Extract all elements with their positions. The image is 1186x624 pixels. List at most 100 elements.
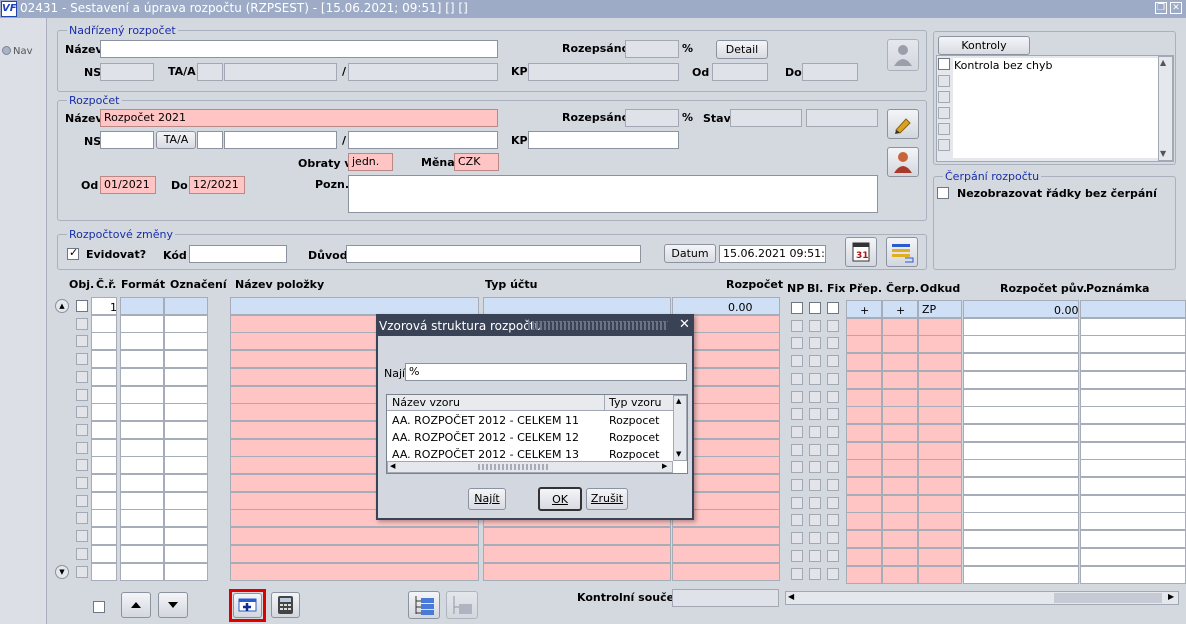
grid-cell[interactable] <box>120 297 164 315</box>
row-flag-checkbox[interactable] <box>791 568 803 580</box>
grid-cell[interactable] <box>846 548 882 566</box>
dialog-vscrollbar[interactable]: ▲ ▼ <box>673 395 687 461</box>
row-obj-checkbox[interactable] <box>76 300 88 312</box>
grid-cell[interactable] <box>672 563 780 581</box>
grid-cell[interactable] <box>120 315 164 333</box>
grid-cell[interactable] <box>846 371 882 389</box>
grid-cell[interactable] <box>918 495 962 513</box>
grid-cell[interactable] <box>918 477 962 495</box>
grid-cell[interactable] <box>1080 512 1186 530</box>
grid-vscrollbar[interactable]: ▲ ▼ <box>55 299 69 579</box>
grid-cell[interactable] <box>882 389 918 407</box>
grid-cell[interactable] <box>963 371 1079 389</box>
grid-cell[interactable] <box>918 406 962 424</box>
grid-cell[interactable] <box>882 512 918 530</box>
grid-cell[interactable] <box>963 566 1079 584</box>
grid-cell[interactable] <box>882 459 918 477</box>
grid-cell[interactable] <box>91 403 117 421</box>
row-flag-checkbox[interactable] <box>827 320 839 332</box>
grid-cell[interactable] <box>918 459 962 477</box>
grid-cell[interactable] <box>120 368 164 386</box>
grid-cell[interactable] <box>164 315 208 333</box>
datum-field[interactable]: 15.06.2021 09:51:48 <box>719 245 826 263</box>
scroll-up-icon[interactable]: ▲ <box>1160 58 1166 67</box>
grid-cell[interactable] <box>1080 424 1186 442</box>
grid-cell[interactable] <box>963 424 1079 442</box>
rozpocet-a-field[interactable] <box>224 131 337 149</box>
row-flag-checkbox[interactable] <box>827 444 839 456</box>
scroll-right-icon[interactable]: ▶ <box>1168 592 1174 601</box>
row1-prep[interactable]: + <box>860 304 869 317</box>
row-flag-checkbox[interactable] <box>791 461 803 473</box>
add-row-button[interactable] <box>233 593 262 618</box>
taa-button[interactable]: TA/A <box>156 131 196 149</box>
row-flag-checkbox[interactable] <box>791 391 803 403</box>
grid-cell[interactable] <box>1080 459 1186 477</box>
scroll-thumb[interactable] <box>1054 593 1162 603</box>
grid-cell[interactable] <box>672 545 780 563</box>
grid-cell[interactable] <box>91 386 117 404</box>
grid-cell[interactable] <box>963 335 1079 353</box>
rozpocet-slash-field[interactable] <box>348 131 498 149</box>
grid-cell[interactable] <box>483 563 671 581</box>
rozpocet-od-field[interactable]: 01/2021 <box>100 176 156 194</box>
row-flag-checkbox[interactable] <box>791 337 803 349</box>
grid-cell[interactable] <box>918 318 962 336</box>
grid-cell[interactable] <box>120 332 164 350</box>
grid-cell[interactable] <box>882 442 918 460</box>
dialog-ok-button[interactable]: OK <box>538 487 582 511</box>
grid-cell[interactable] <box>1080 318 1186 336</box>
row-flag-checkbox[interactable] <box>791 302 803 314</box>
row-flag-checkbox[interactable] <box>791 479 803 491</box>
grid-cell[interactable] <box>164 403 208 421</box>
grid-cell[interactable] <box>230 545 479 563</box>
grid-cell[interactable] <box>164 456 208 474</box>
grid-cell[interactable] <box>882 406 918 424</box>
grid-cell[interactable] <box>1080 353 1186 371</box>
grid-cell[interactable] <box>672 527 780 545</box>
close-window-icon[interactable]: ✕ <box>1170 2 1182 14</box>
grid-cell[interactable] <box>846 424 882 442</box>
grid-cell[interactable] <box>846 530 882 548</box>
row-flag-checkbox[interactable] <box>809 497 821 509</box>
row-flag-checkbox[interactable] <box>809 391 821 403</box>
scroll-up-icon[interactable]: ▲ <box>55 299 69 313</box>
row-flag-checkbox[interactable] <box>809 320 821 332</box>
grid-cell[interactable] <box>846 442 882 460</box>
row-obj-checkbox[interactable] <box>76 548 88 560</box>
grid-cell[interactable] <box>230 527 479 545</box>
row-obj-checkbox[interactable] <box>76 371 88 383</box>
row-flag-checkbox[interactable] <box>827 337 839 349</box>
grid-cell[interactable] <box>1080 530 1186 548</box>
grid-cell[interactable] <box>120 456 164 474</box>
dialog-zrusit-button[interactable]: Zrušit <box>586 488 628 510</box>
grid-cell[interactable] <box>918 371 962 389</box>
row-flag-checkbox[interactable] <box>827 568 839 580</box>
grid-cell[interactable] <box>963 442 1079 460</box>
row-flag-checkbox[interactable] <box>809 568 821 580</box>
grid-cell[interactable] <box>1080 389 1186 407</box>
grid-cell[interactable] <box>846 335 882 353</box>
grid-cell[interactable] <box>164 563 208 581</box>
select-all-checkbox[interactable] <box>93 601 105 613</box>
grid-cell[interactable] <box>846 512 882 530</box>
row-flag-checkbox[interactable] <box>809 444 821 456</box>
detail-button[interactable]: Detail <box>716 40 768 59</box>
grid-cell[interactable] <box>882 353 918 371</box>
grid-cell[interactable] <box>918 389 962 407</box>
rozpocet-ns-field[interactable] <box>100 131 154 149</box>
row-flag-checkbox[interactable] <box>809 408 821 420</box>
grid-cell[interactable] <box>963 353 1079 371</box>
grid-cell[interactable] <box>120 474 164 492</box>
row-obj-checkbox[interactable] <box>76 389 88 401</box>
grid-cell[interactable] <box>846 318 882 336</box>
row-obj-checkbox[interactable] <box>76 442 88 454</box>
grid-hscrollbar[interactable]: ◀ ▶ <box>785 591 1179 605</box>
scroll-thumb[interactable] <box>478 464 550 470</box>
grid-cell[interactable] <box>882 495 918 513</box>
grid-cell[interactable] <box>1080 566 1186 584</box>
nav-button[interactable]: Nav <box>2 46 33 57</box>
rozpocet-kp-field[interactable] <box>528 131 679 149</box>
grid-cell[interactable] <box>882 530 918 548</box>
kontroly-checkbox[interactable] <box>938 139 950 151</box>
